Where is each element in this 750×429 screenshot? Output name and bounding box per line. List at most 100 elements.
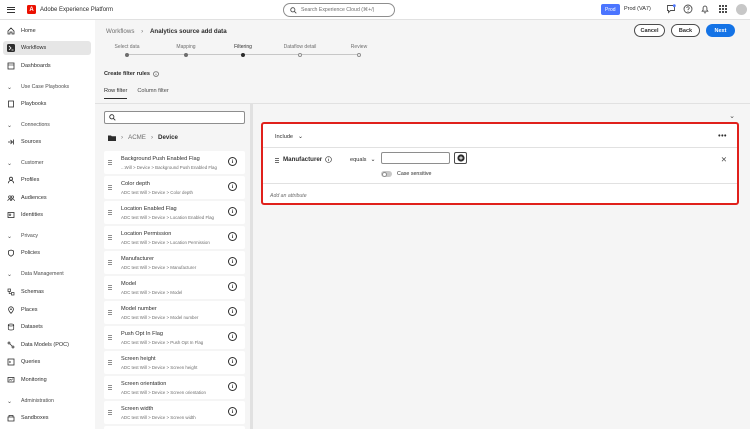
attribute-item[interactable]: Manufacturer ADC test Will > Device > Man… bbox=[104, 251, 245, 274]
attribute-path: ADC test Will > Device > Color depth bbox=[121, 190, 193, 195]
attribute-info-icon[interactable]: i bbox=[228, 382, 237, 391]
nav-item-dashboards[interactable]: Dashboards bbox=[0, 59, 95, 73]
nav-group-privacy[interactable]: ⌄ Privacy bbox=[0, 230, 38, 242]
attribute-search-input[interactable] bbox=[104, 111, 245, 124]
drag-handle-icon[interactable] bbox=[108, 160, 112, 165]
notifications-bell-icon[interactable] bbox=[700, 4, 710, 14]
nav-group-use-case-playbooks[interactable]: ⌄ Use Case Playbooks bbox=[0, 81, 69, 93]
attribute-info-icon[interactable]: i bbox=[228, 332, 237, 341]
condition-value-input[interactable] bbox=[381, 152, 450, 164]
rule-builder: ⌄ Include ⌄ ••• Manufacturer equals ⌄ Ca… bbox=[253, 104, 750, 429]
drag-handle-icon[interactable] bbox=[108, 285, 112, 290]
app-switcher-grid-icon[interactable] bbox=[718, 4, 728, 14]
drag-handle-icon[interactable] bbox=[108, 335, 112, 340]
attribute-info-icon[interactable]: i bbox=[228, 357, 237, 366]
drag-handle-icon[interactable] bbox=[108, 235, 112, 240]
attribute-item[interactable]: Screen width ADC test Will > Device > Scr… bbox=[104, 401, 245, 424]
attribute-item[interactable]: Location Enabled Flag ADC test Will > Dev… bbox=[104, 201, 245, 224]
attribute-item[interactable]: Screen orientation ADC test Will > Device… bbox=[104, 376, 245, 399]
nav-item-playbooks[interactable]: Playbooks bbox=[0, 97, 95, 111]
next-button[interactable]: Next bbox=[706, 24, 735, 37]
operator-dropdown[interactable]: equals ⌄ bbox=[350, 156, 376, 164]
env-label[interactable]: Prod (VA7) bbox=[624, 6, 651, 12]
attribute-item[interactable]: Color depth ADC test Will > Device > Colo… bbox=[104, 176, 245, 199]
nav-item-data-models[interactable]: Data Models (POC) bbox=[0, 338, 95, 352]
attribute-info-icon[interactable]: i bbox=[228, 307, 237, 316]
nav-label-home: Home bbox=[21, 28, 36, 34]
global-search[interactable]: Search Experience Cloud (⌘+/) bbox=[283, 3, 395, 17]
nav-item-policies[interactable]: Policies bbox=[0, 246, 95, 260]
attribute-item[interactable]: Push Opt In Flag ADC test Will > Device >… bbox=[104, 326, 245, 349]
more-options-icon[interactable]: ••• bbox=[718, 133, 727, 140]
attribute-item[interactable]: Model ADC test Will > Device > Model i bbox=[104, 276, 245, 299]
attribute-info-icon[interactable]: i bbox=[228, 257, 237, 266]
nav-item-workflows[interactable]: Workflows bbox=[3, 41, 91, 55]
drag-handle-icon[interactable] bbox=[108, 260, 112, 265]
env-badge[interactable]: Prod bbox=[601, 4, 620, 15]
breadcrumb: Workflows › Analytics source add data bbox=[106, 28, 227, 35]
attribute-item[interactable]: Screen height ADC test Will > Device > Sc… bbox=[104, 351, 245, 374]
drag-handle-icon[interactable] bbox=[108, 385, 112, 390]
nav-group-connections[interactable]: ⌄ Connections bbox=[0, 119, 50, 131]
app-title[interactable]: Adobe Experience Platform bbox=[40, 7, 113, 13]
nav-item-queries[interactable]: Queries bbox=[0, 355, 95, 369]
nav-item-datasets[interactable]: Datasets bbox=[0, 320, 95, 334]
nav-item-home[interactable]: Home bbox=[0, 24, 95, 38]
nav-group-customer[interactable]: ⌄ Customer bbox=[0, 157, 44, 169]
add-attribute-drop-zone[interactable]: Add an attribute bbox=[270, 193, 307, 199]
attribute-info-icon[interactable]: i bbox=[228, 182, 237, 191]
breadcrumb-current: Analytics source add data bbox=[149, 28, 227, 35]
nav-item-identities[interactable]: Identities bbox=[0, 208, 95, 222]
nav-group-administration[interactable]: ⌄ Administration bbox=[0, 395, 54, 407]
info-icon[interactable] bbox=[153, 71, 159, 77]
menu-icon[interactable] bbox=[7, 6, 15, 13]
help-icon[interactable] bbox=[683, 4, 693, 14]
drag-handle-icon[interactable] bbox=[108, 360, 112, 365]
search-icon bbox=[109, 114, 116, 121]
drag-handle-icon[interactable] bbox=[275, 158, 279, 163]
attribute-name: Screen orientation bbox=[121, 381, 167, 387]
drag-handle-icon[interactable] bbox=[108, 310, 112, 315]
nav-item-places[interactable]: Places bbox=[0, 303, 95, 317]
profiles-icon bbox=[7, 176, 15, 184]
drag-handle-icon[interactable] bbox=[108, 210, 112, 215]
rule-condition-row: Manufacturer equals ⌄ Case sensitive ✕ bbox=[263, 149, 737, 184]
nav-label-datasets: Datasets bbox=[21, 324, 43, 330]
tab-row-filter[interactable]: Row filter bbox=[104, 88, 128, 99]
nav-item-sandboxes[interactable]: Sandboxes bbox=[0, 411, 95, 425]
info-icon[interactable] bbox=[325, 156, 332, 163]
sandboxes-icon bbox=[7, 414, 15, 422]
add-value-button[interactable] bbox=[454, 152, 467, 164]
attribute-info-icon[interactable]: i bbox=[228, 207, 237, 216]
attribute-item[interactable]: Background Push Enabled Flag ...Will > De… bbox=[104, 151, 245, 174]
attribute-path: ADC test Will > Device > Location Permis… bbox=[121, 240, 210, 245]
attribute-item[interactable]: Model number ADC test Will > Device > Mod… bbox=[104, 301, 245, 324]
attribute-info-icon[interactable]: i bbox=[228, 282, 237, 291]
user-avatar[interactable] bbox=[736, 4, 747, 15]
nav-item-monitoring[interactable]: Monitoring bbox=[0, 373, 95, 387]
cancel-button[interactable]: Cancel bbox=[634, 24, 665, 37]
path-root[interactable]: ACME bbox=[128, 134, 146, 141]
nav-item-sources[interactable]: Sources bbox=[0, 135, 95, 149]
case-sensitive-label: Case sensitive bbox=[397, 171, 432, 177]
attribute-info-icon[interactable]: i bbox=[228, 157, 237, 166]
include-dropdown[interactable]: Include ⌄ bbox=[275, 133, 303, 141]
help-chat-icon[interactable] bbox=[666, 4, 676, 14]
case-sensitive-toggle[interactable] bbox=[381, 171, 392, 177]
attribute-item[interactable]: Location Permission ADC test Will > Devic… bbox=[104, 226, 245, 249]
nav-item-profiles[interactable]: Profiles bbox=[0, 173, 95, 187]
nav-group-data-management[interactable]: ⌄ Data Management bbox=[0, 268, 64, 280]
back-button[interactable]: Back bbox=[671, 24, 700, 37]
attribute-info-icon[interactable]: i bbox=[228, 232, 237, 241]
tab-column-filter[interactable]: Column filter bbox=[137, 88, 168, 99]
drag-handle-icon[interactable] bbox=[108, 185, 112, 190]
folder-icon[interactable] bbox=[108, 135, 116, 141]
breadcrumb-parent[interactable]: Workflows bbox=[106, 28, 134, 35]
nav-item-schemas[interactable]: Schemas bbox=[0, 285, 95, 299]
chevron-down-icon[interactable]: ⌄ bbox=[729, 112, 735, 120]
nav-item-audiences[interactable]: Audiences bbox=[0, 191, 95, 205]
attribute-info-icon[interactable]: i bbox=[228, 407, 237, 416]
remove-condition-icon[interactable]: ✕ bbox=[721, 155, 727, 164]
drag-handle-icon[interactable] bbox=[108, 410, 112, 415]
adobe-logo-icon[interactable]: A bbox=[27, 5, 36, 14]
